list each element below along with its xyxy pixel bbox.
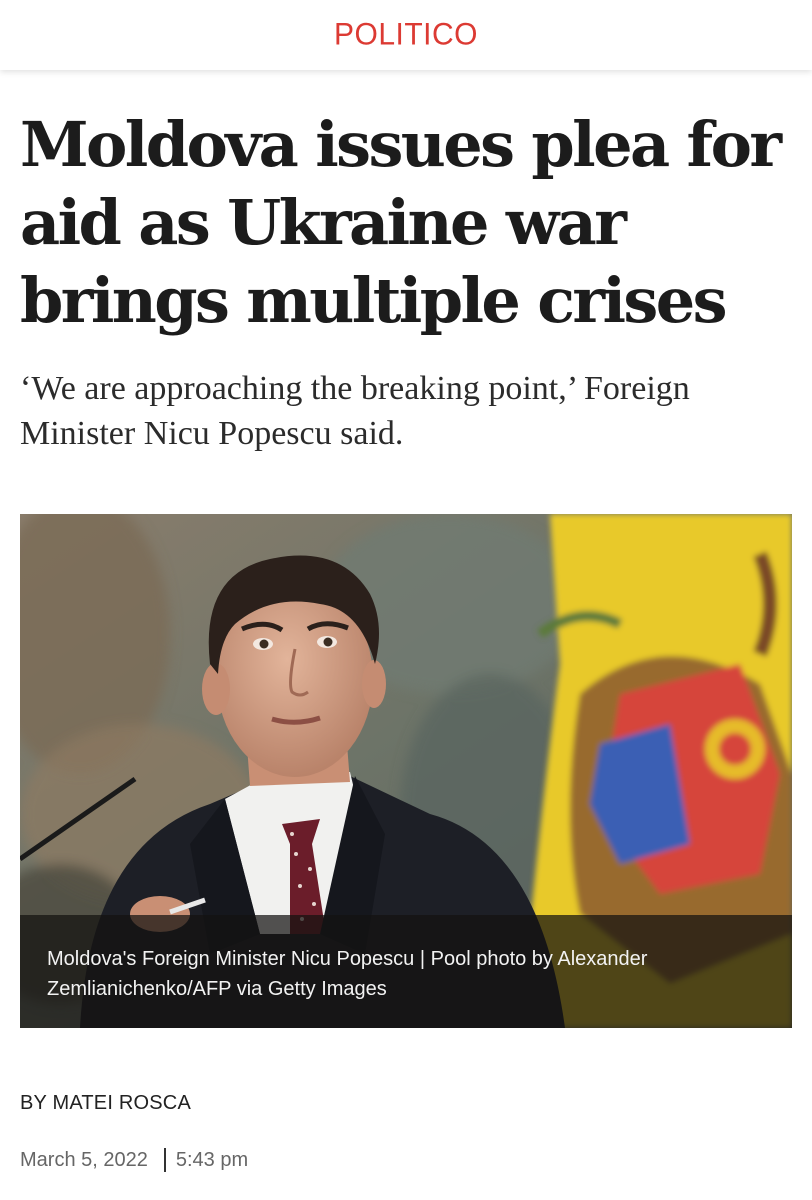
lead-photo[interactable]: Moldova's Foreign Minister Nicu Popescu … xyxy=(20,514,792,1028)
byline: BY MATEI ROSCA xyxy=(20,1092,191,1115)
publish-time: 5:43 pm xyxy=(175,1148,249,1171)
author-link[interactable]: BY MATEI ROSCA xyxy=(20,1092,191,1114)
publish-date: March 5, 2022 xyxy=(20,1148,148,1171)
photo-caption: Moldova's Foreign Minister Nicu Popescu … xyxy=(20,915,792,1028)
politico-logo[interactable]: POLITICO xyxy=(334,17,478,53)
dateline: March 5, 2022 5:43 pm xyxy=(20,1148,248,1172)
article-headline: Moldova issues plea for aid as Ukraine w… xyxy=(20,108,782,337)
site-header: POLITICO xyxy=(0,0,812,70)
article-dek: ‘We are approaching the breaking point,’… xyxy=(20,370,690,452)
date-time-divider xyxy=(163,1148,166,1172)
